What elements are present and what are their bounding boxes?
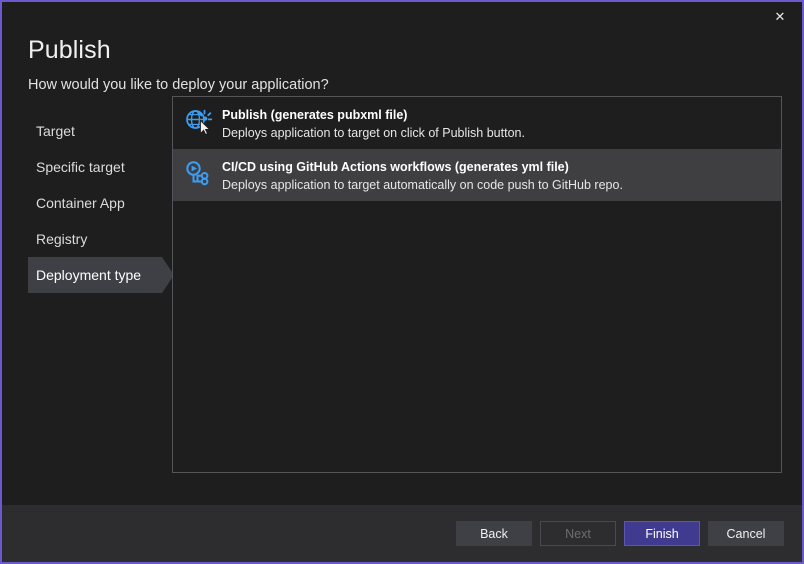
option-publish[interactable]: Publish (generates pubxml file) Deploys … [173,97,781,149]
sidebar-item-registry[interactable]: Registry [28,221,162,257]
next-button: Next [540,521,616,546]
close-icon[interactable]: ✕ [758,2,802,30]
sidebar-item-target[interactable]: Target [28,113,162,149]
sidebar-item-label: Specific target [36,159,125,175]
sidebar-item-label: Deployment type [36,267,141,283]
option-text: Publish (generates pubxml file) Deploys … [222,106,525,141]
title-bar: ✕ [2,2,802,30]
dialog-footer: Back Next Finish Cancel [2,505,802,562]
sidebar-item-label: Container App [36,195,125,211]
wizard-steps-sidebar: Target Specific target Container App Reg… [2,95,172,505]
dialog-header: Publish How would you like to deploy you… [2,30,802,95]
sidebar-item-container-app[interactable]: Container App [28,185,162,221]
cancel-button[interactable]: Cancel [708,521,784,546]
option-description: Deploys application to target automatica… [222,177,623,193]
option-title: CI/CD using GitHub Actions workflows (ge… [222,159,623,175]
sidebar-item-deployment-type[interactable]: Deployment type [28,257,162,293]
sidebar-item-specific-target[interactable]: Specific target [28,149,162,185]
back-button[interactable]: Back [456,521,532,546]
page-subtitle: How would you like to deploy your applic… [28,75,802,95]
option-title: Publish (generates pubxml file) [222,107,525,123]
sidebar-item-label: Target [36,123,75,139]
page-title: Publish [28,34,802,66]
finish-button[interactable]: Finish [624,521,700,546]
deployment-type-panel: Publish (generates pubxml file) Deploys … [172,96,782,473]
option-description: Deploys application to target on click o… [222,125,525,141]
publish-dialog: ✕ Publish How would you like to deploy y… [0,0,804,564]
option-text: CI/CD using GitHub Actions workflows (ge… [222,158,623,193]
globe-cursor-icon [182,106,214,138]
sidebar-item-label: Registry [36,231,87,247]
dialog-body: Target Specific target Container App Reg… [2,95,802,505]
cicd-pipeline-icon [182,158,214,190]
option-cicd-github-actions[interactable]: CI/CD using GitHub Actions workflows (ge… [173,149,781,201]
